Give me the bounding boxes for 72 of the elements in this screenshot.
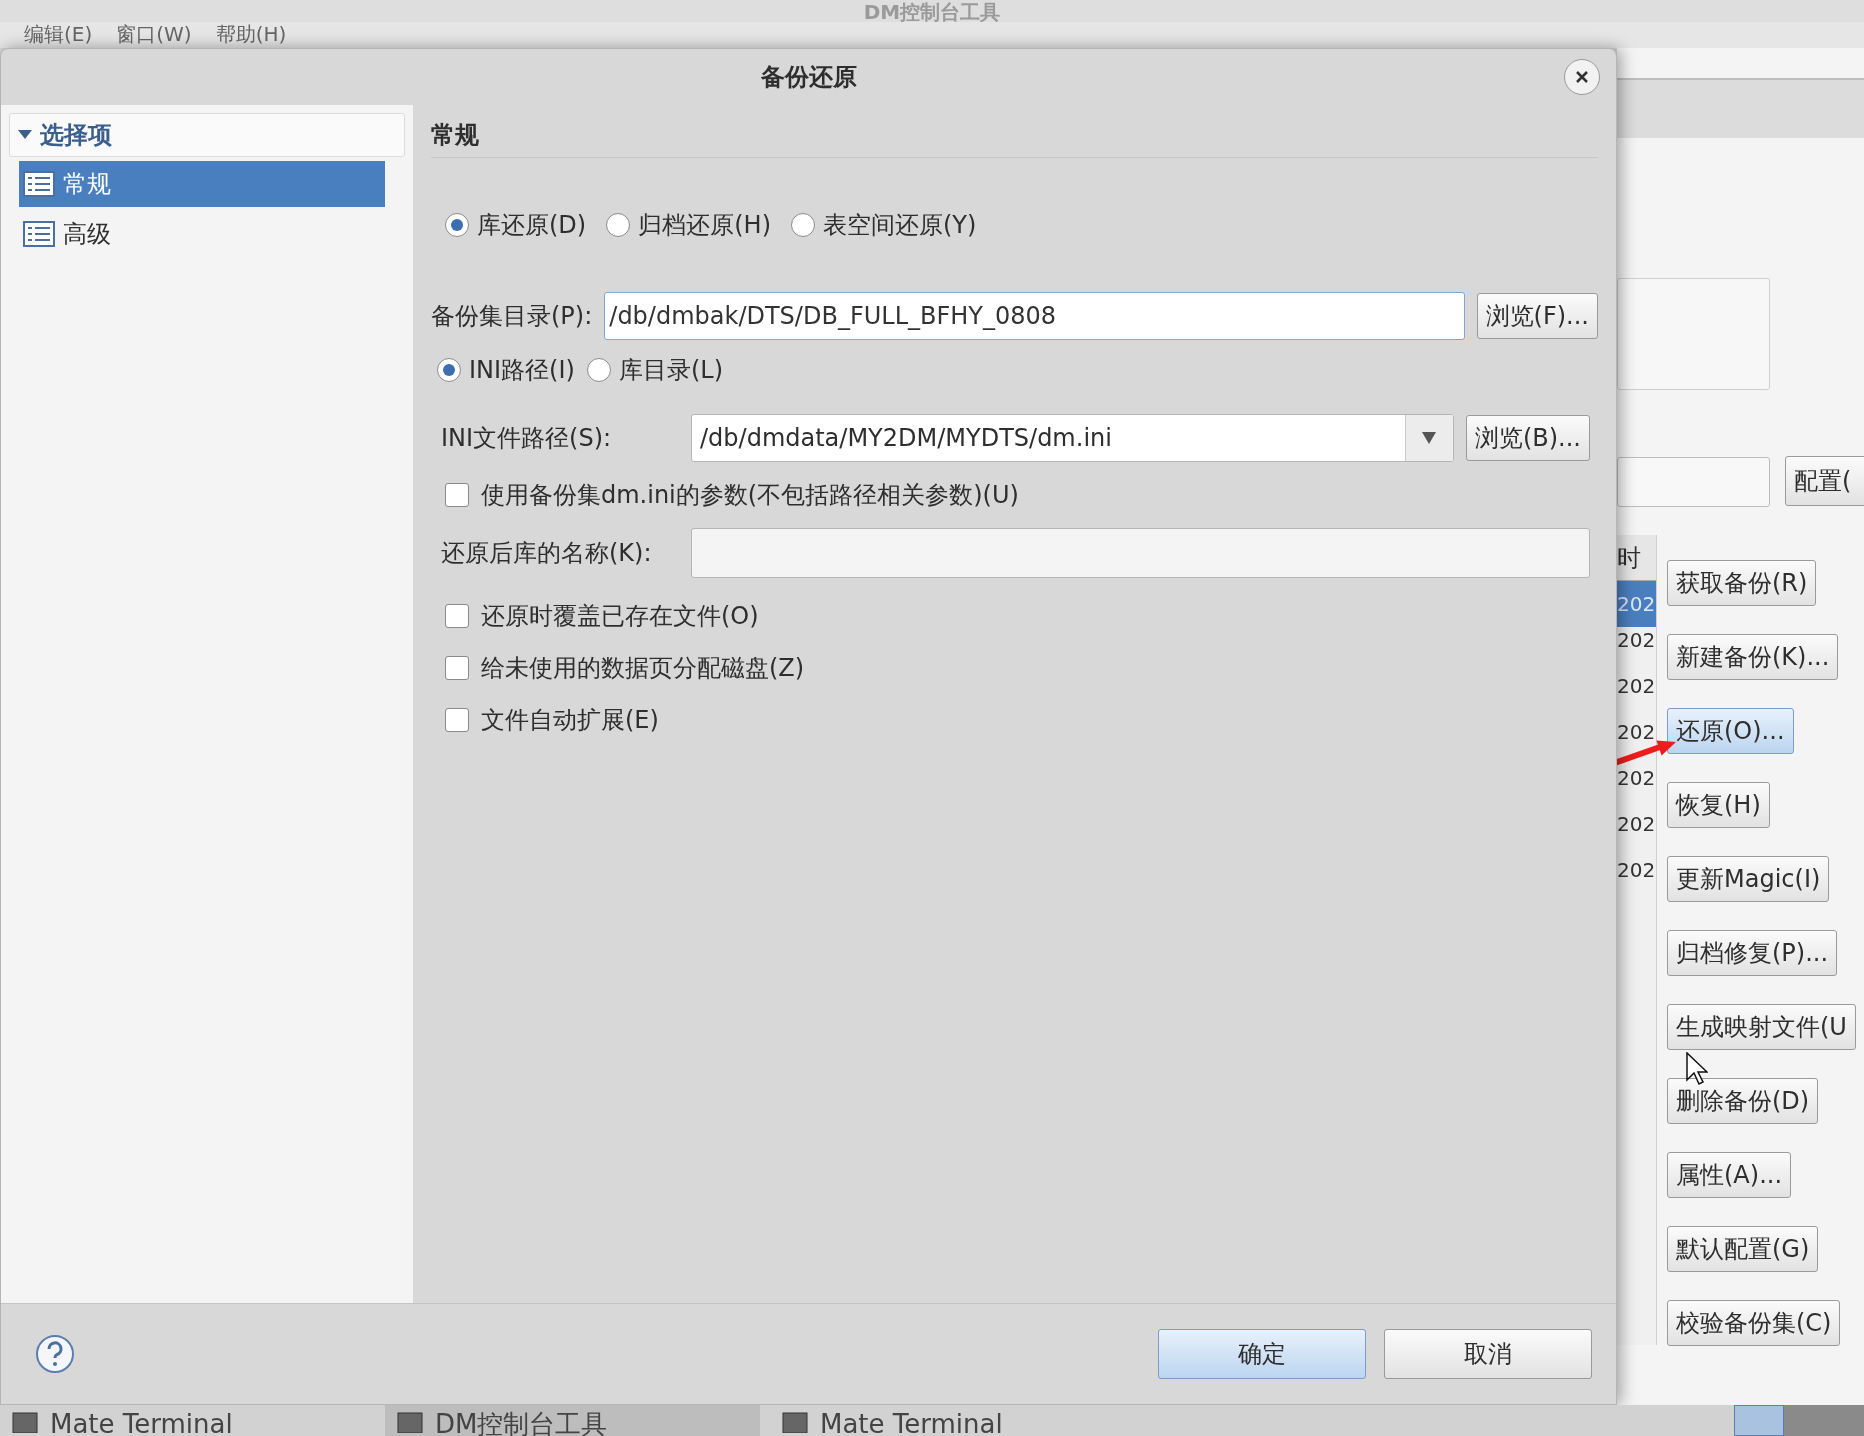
browse-button[interactable]: 浏览(F)... <box>1476 293 1598 339</box>
close-button[interactable] <box>1564 59 1600 95</box>
checkbox[interactable] <box>445 483 469 507</box>
radio-label: 表空间还原(Y) <box>823 210 977 241</box>
checkbox[interactable] <box>445 604 469 628</box>
taskbar-item[interactable]: Mate Terminal <box>770 1405 1145 1436</box>
radio-label: 归档还原(H) <box>638 210 771 241</box>
side-button[interactable]: 默认配置(G) <box>1667 1226 1819 1272</box>
config-button[interactable]: 配置( <box>1785 456 1864 506</box>
radio-label: INI路径(I) <box>469 355 575 386</box>
side-button[interactable]: 属性(A)... <box>1667 1152 1792 1198</box>
checkbox[interactable] <box>445 708 469 732</box>
section-title: 常规 <box>431 120 480 151</box>
tree-item[interactable]: 高级 <box>19 211 385 257</box>
field-label: 还原后库的名称(K): <box>441 538 653 569</box>
menu-item[interactable]: 帮助(H) <box>215 22 287 46</box>
window-icon <box>12 1409 38 1433</box>
checkbox-label: 给未使用的数据页分配磁盘(Z) <box>481 653 805 684</box>
side-button[interactable]: 删除备份(D) <box>1667 1078 1819 1124</box>
menu-item[interactable]: 窗口(W) <box>116 22 192 46</box>
side-button[interactable]: 归档修复(P)... <box>1667 930 1838 976</box>
dialog-title: 备份还原 <box>760 62 857 93</box>
caret-icon <box>18 130 32 140</box>
radio-label: 库目录(L) <box>618 355 724 386</box>
column-header[interactable]: 时 <box>1617 535 1656 581</box>
table-cell[interactable]: 202 <box>1617 675 1656 697</box>
taskbar-item[interactable]: Mate Terminal <box>0 1405 375 1436</box>
side-button[interactable]: 更新Magic(I) <box>1667 856 1830 902</box>
radio-button[interactable] <box>606 213 631 237</box>
menu-item[interactable]: 编辑(E) <box>24 22 93 46</box>
checkbox[interactable] <box>445 656 469 680</box>
table-cell[interactable]: 202 <box>1617 629 1656 651</box>
browse-button[interactable]: 浏览(B)... <box>1465 415 1590 461</box>
window-icon <box>397 1409 423 1433</box>
side-button[interactable]: 校验备份集(C) <box>1667 1300 1841 1346</box>
cancel-button[interactable]: 取消 <box>1384 1329 1592 1379</box>
list-icon <box>23 171 55 197</box>
side-button[interactable]: 恢复(H) <box>1667 782 1770 828</box>
table-cell[interactable]: 202 <box>1617 721 1656 743</box>
radio-button[interactable] <box>445 213 469 237</box>
side-button[interactable]: 还原(O)... <box>1667 708 1794 754</box>
path-combo-box[interactable]: /db/dmdata/MY2DM/MYDTS/dm.ini <box>691 414 1454 462</box>
text-field[interactable] <box>1617 457 1770 507</box>
radio-button[interactable] <box>791 213 815 237</box>
window-title: DM控制台工具 <box>863 2 1001 22</box>
tree-header-label: 选择项 <box>40 120 112 151</box>
workspace-switcher[interactable] <box>1734 1405 1864 1436</box>
side-button[interactable]: 获取备份(R) <box>1667 560 1817 606</box>
cursor-icon <box>1686 1052 1708 1086</box>
checkbox-label: 使用备份集dm.ini的参数(不包括路径相关参数)(U) <box>481 480 1019 511</box>
name-field[interactable] <box>691 528 1590 578</box>
dropdown-icon <box>1422 432 1437 444</box>
list-icon <box>23 221 55 247</box>
radio-button[interactable] <box>437 358 461 382</box>
radio-button[interactable] <box>586 358 611 382</box>
checkbox-label: 还原时覆盖已存在文件(O) <box>481 601 759 632</box>
field-label: 备份集目录(P): <box>431 301 593 332</box>
side-button[interactable]: 生成映射文件(U <box>1667 1004 1856 1050</box>
field-label: INI文件路径(S): <box>441 423 613 454</box>
radio-label: 库还原(D) <box>477 210 587 241</box>
table-cell[interactable]: 202 <box>1617 767 1656 789</box>
close-icon <box>1575 70 1589 84</box>
table-cell[interactable]: 202 <box>1617 859 1656 881</box>
window-icon <box>782 1409 808 1433</box>
checkbox-label: 文件自动扩展(E) <box>481 705 659 736</box>
help-icon[interactable] <box>35 1334 75 1374</box>
directory-field[interactable]: /db/dmbak/DTS/DB_FULL_BFHY_0808 <box>604 292 1465 340</box>
side-button[interactable]: 新建备份(K)... <box>1667 634 1839 680</box>
tree-item[interactable]: 常规 <box>19 161 385 207</box>
table-cell[interactable]: 202 <box>1617 813 1656 835</box>
ok-button[interactable]: 确定 <box>1158 1329 1366 1379</box>
tree-header[interactable]: 选择项 <box>9 113 405 157</box>
